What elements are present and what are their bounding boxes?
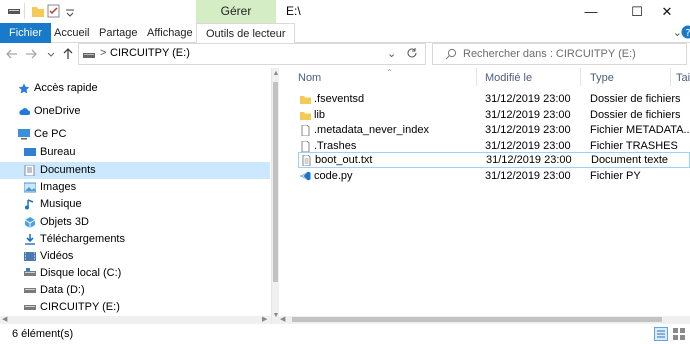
vscode-file-icon (300, 171, 311, 182)
file-row[interactable]: lib 31/12/2019 23:00 Dossier de fichiers (298, 108, 690, 124)
properties-icon[interactable] (47, 4, 61, 18)
nav-item-objets-3d[interactable]: Objets 3D (0, 214, 270, 231)
navigation-pane: Accès rapide OneDrive Ce PC Bureau Docum… (0, 68, 278, 324)
nav-item-acces-rapide[interactable]: Accès rapide (0, 80, 270, 97)
star-icon (18, 83, 30, 94)
nav-item-documents[interactable]: Documents (0, 162, 270, 180)
column-divider[interactable] (580, 68, 581, 86)
search-field[interactable]: Rechercher dans : CIRCUITPY (E:) (432, 43, 687, 65)
column-header-type[interactable]: Type (590, 68, 614, 89)
music-icon (24, 199, 36, 210)
scroll-right-icon[interactable]: ▶ (262, 315, 267, 323)
address-field[interactable]: > CIRCUITPY (E:) ⌄ (78, 43, 426, 65)
scroll-up-icon[interactable]: ▲ (272, 70, 280, 77)
nav-item-images[interactable]: Images (0, 179, 270, 196)
folder-icon (300, 110, 311, 121)
pictures-icon (23, 182, 37, 193)
nav-item-circuitpy-e[interactable]: CIRCUITPY (E:) (0, 299, 270, 316)
column-divider[interactable] (476, 68, 477, 86)
drive-icon (24, 302, 36, 313)
nav-scrollbar[interactable]: ▲ ▼ (271, 68, 279, 324)
title-bar: Gérer E:\ — ☐ ✕ (0, 0, 690, 23)
system-menu-icon[interactable] (7, 4, 21, 18)
tab-affichage[interactable]: Affichage (138, 23, 202, 43)
svg-text:?: ? (685, 28, 690, 39)
search-icon (445, 48, 457, 63)
scroll-thumb[interactable] (273, 82, 278, 282)
hscroll-thumb[interactable] (292, 317, 662, 322)
item-count: 6 élément(s) (12, 328, 74, 340)
manage-context-tab[interactable]: Gérer (196, 0, 276, 23)
back-button[interactable] (4, 46, 20, 62)
desktop-icon (24, 147, 36, 158)
help-icon[interactable]: ? (680, 24, 690, 40)
new-folder-icon[interactable] (31, 4, 45, 18)
status-bar: 6 élément(s) (0, 324, 690, 344)
sort-up-icon: ⌃ (386, 68, 393, 77)
nav-item-ce-pc[interactable]: Ce PC (0, 126, 270, 143)
divider (24, 3, 25, 19)
file-row[interactable]: .metadata_never_index 31/12/2019 23:00 F… (298, 123, 690, 139)
drive-icon (24, 268, 36, 279)
download-icon (24, 234, 36, 245)
documents-icon (24, 164, 36, 177)
address-bar-row: > CIRCUITPY (E:) ⌄ Rechercher dans : CIR… (0, 43, 690, 65)
search-placeholder: Rechercher dans : CIRCUITPY (E:) (463, 48, 636, 60)
folder-icon (300, 94, 311, 105)
window-title: E:\ (286, 4, 301, 18)
file-list-hscrollbar[interactable]: ◀ (278, 316, 690, 324)
column-header-taille[interactable]: Tail (676, 68, 690, 89)
file-row[interactable]: code.py 31/12/2019 23:00 Fichier PY (298, 169, 690, 185)
nav-item-disque-local-c[interactable]: Disque local (C:) (0, 265, 270, 282)
address-history-icon[interactable]: ⌄ (387, 47, 396, 60)
scroll-left-icon[interactable]: ◀ (280, 315, 285, 323)
details-view-icon[interactable] (654, 327, 668, 341)
refresh-icon[interactable] (405, 46, 419, 63)
text-file-icon (301, 154, 312, 167)
nav-item-bureau[interactable]: Bureau (0, 144, 270, 161)
file-list: Nom ⌃ Modifié le Type Tail .fseventsd 31… (286, 68, 690, 324)
breadcrumb-separator: > (100, 47, 107, 59)
tab-outils-de-lecteur[interactable]: Outils de lecteur (196, 23, 296, 44)
customize-quick-access-icon[interactable] (63, 4, 77, 18)
breadcrumb-segment[interactable]: CIRCUITPY (E:) (110, 47, 190, 59)
up-button[interactable] (60, 46, 76, 62)
file-row[interactable]: boot_out.txt 31/12/2019 23:00 Document t… (298, 152, 690, 168)
close-button[interactable]: ✕ (644, 0, 690, 23)
computer-icon (18, 129, 30, 140)
nav-item-musique[interactable]: Musique (0, 196, 270, 213)
file-icon (300, 124, 311, 137)
videos-icon (24, 251, 36, 262)
column-header-modifie-le[interactable]: Modifié le (485, 68, 532, 89)
file-icon (300, 140, 311, 153)
nav-item-onedrive[interactable]: OneDrive (0, 103, 270, 120)
recent-locations-icon[interactable] (43, 46, 59, 62)
file-row[interactable]: .fseventsd 31/12/2019 23:00 Dossier de f… (298, 92, 690, 108)
column-divider[interactable] (670, 68, 671, 86)
minimize-button[interactable]: — (568, 0, 614, 23)
ribbon-tabs: Fichier Accueil Partage Affichage Outils… (0, 23, 690, 44)
scroll-left-icon[interactable]: ◀ (2, 315, 7, 323)
tab-fichier[interactable]: Fichier (0, 23, 52, 43)
nav-item-videos[interactable]: Vidéos (0, 248, 270, 265)
column-header-nom[interactable]: Nom (298, 68, 321, 89)
large-icons-view-icon[interactable] (672, 327, 686, 341)
objects3d-icon (24, 217, 36, 228)
drive-icon (83, 49, 95, 63)
drive-icon (24, 285, 36, 296)
forward-button[interactable] (23, 46, 39, 62)
nav-item-telechargements[interactable]: Téléchargements (0, 231, 270, 248)
nav-hscrollbar[interactable]: ◀ ▶ (0, 316, 271, 324)
nav-item-data-d[interactable]: Data (D:) (0, 282, 270, 299)
cloud-icon (18, 106, 31, 117)
